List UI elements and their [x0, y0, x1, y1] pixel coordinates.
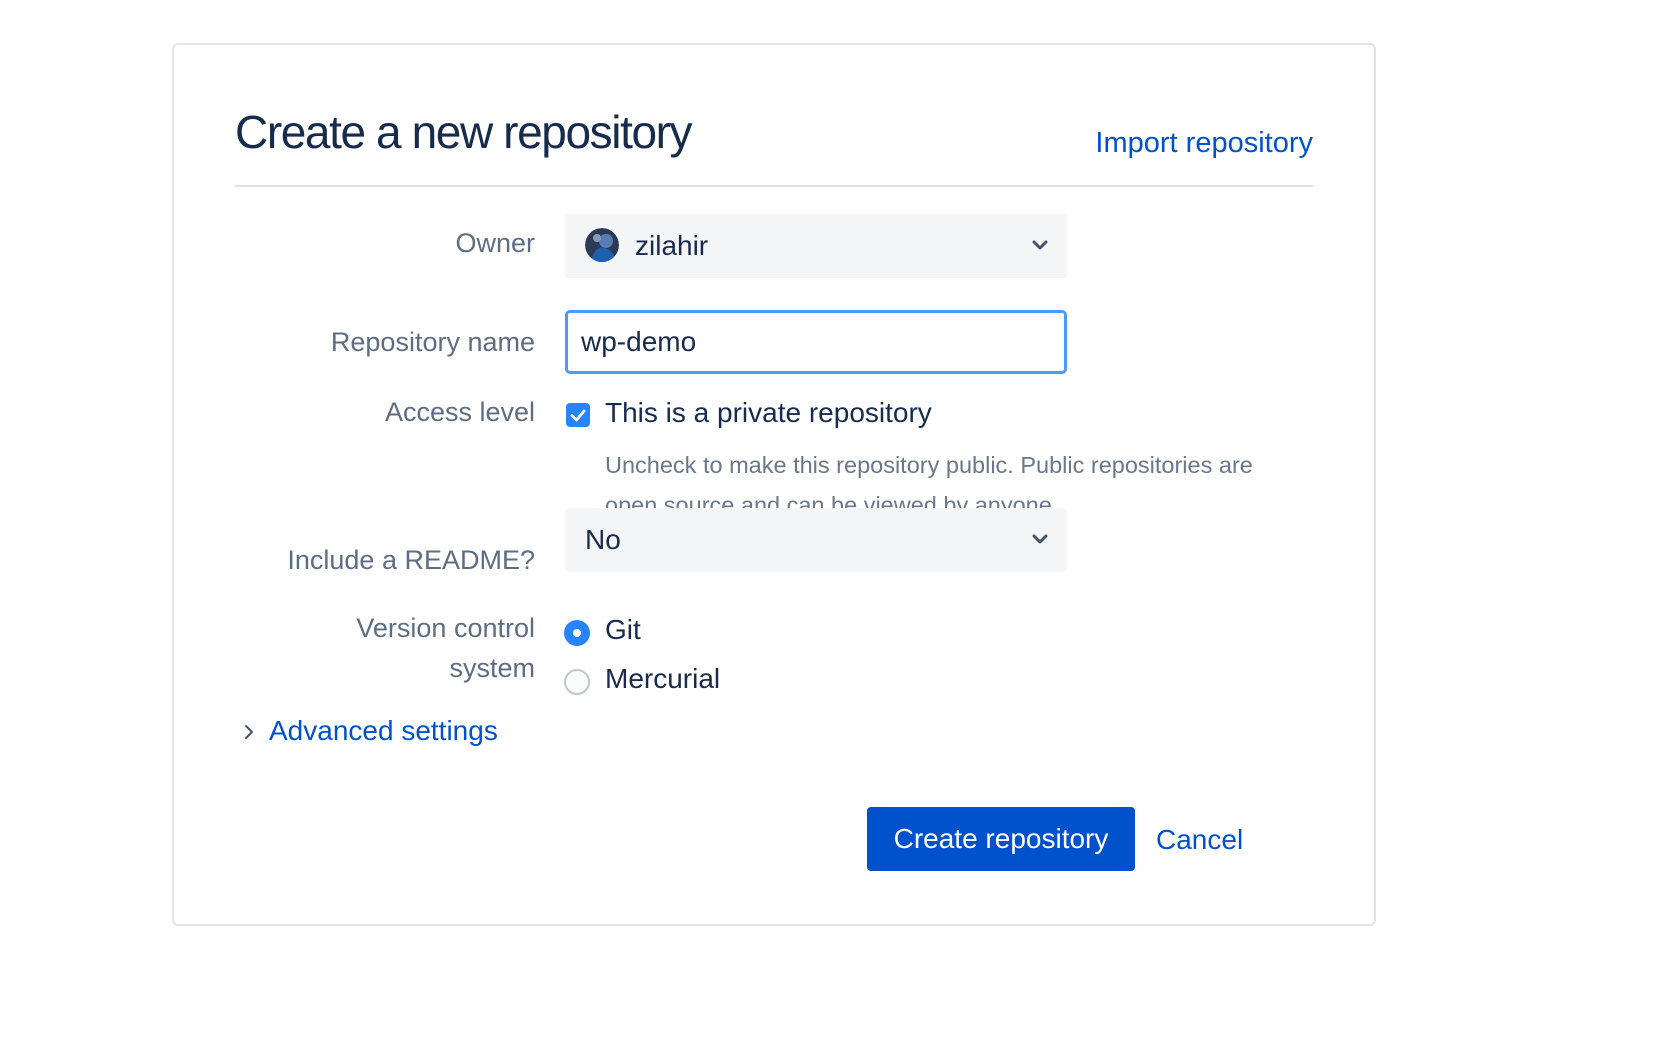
create-repository-card: Create a new repository Import repositor…: [172, 43, 1376, 926]
vcs-label-line2: system: [449, 653, 535, 683]
vcs-label-line1: Version control: [356, 613, 535, 643]
private-repository-label[interactable]: This is a private repository: [605, 397, 932, 429]
checkmark-icon: [570, 409, 586, 422]
owner-value: zilahir: [635, 230, 709, 261]
advanced-settings-link[interactable]: Advanced settings: [269, 715, 498, 747]
chevron-right-icon[interactable]: [243, 724, 255, 740]
owner-select[interactable]: zilahir: [565, 214, 1067, 278]
readme-label: Include a README?: [287, 545, 535, 575]
access-level-label: Access level: [384, 397, 535, 427]
mercurial-radio[interactable]: [564, 669, 590, 695]
header-divider: [235, 185, 1313, 187]
git-radio-label[interactable]: Git: [605, 614, 641, 646]
page-title: Create a new repository: [235, 106, 693, 158]
repository-name-input[interactable]: [565, 310, 1067, 374]
private-repository-checkbox[interactable]: [566, 403, 590, 427]
repository-name-label: Repository name: [330, 327, 535, 357]
chevron-down-icon: [1032, 240, 1048, 250]
chevron-down-icon: [1032, 534, 1048, 544]
readme-select[interactable]: No: [565, 508, 1067, 572]
create-repository-button[interactable]: Create repository: [867, 807, 1135, 871]
readme-value: No: [585, 524, 621, 555]
user-avatar-icon: [585, 228, 619, 262]
owner-label: Owner: [455, 228, 535, 258]
import-repository-link[interactable]: Import repository: [1095, 127, 1313, 160]
git-radio[interactable]: [564, 620, 590, 646]
cancel-button[interactable]: Cancel: [1156, 824, 1243, 856]
mercurial-radio-label[interactable]: Mercurial: [605, 663, 720, 695]
